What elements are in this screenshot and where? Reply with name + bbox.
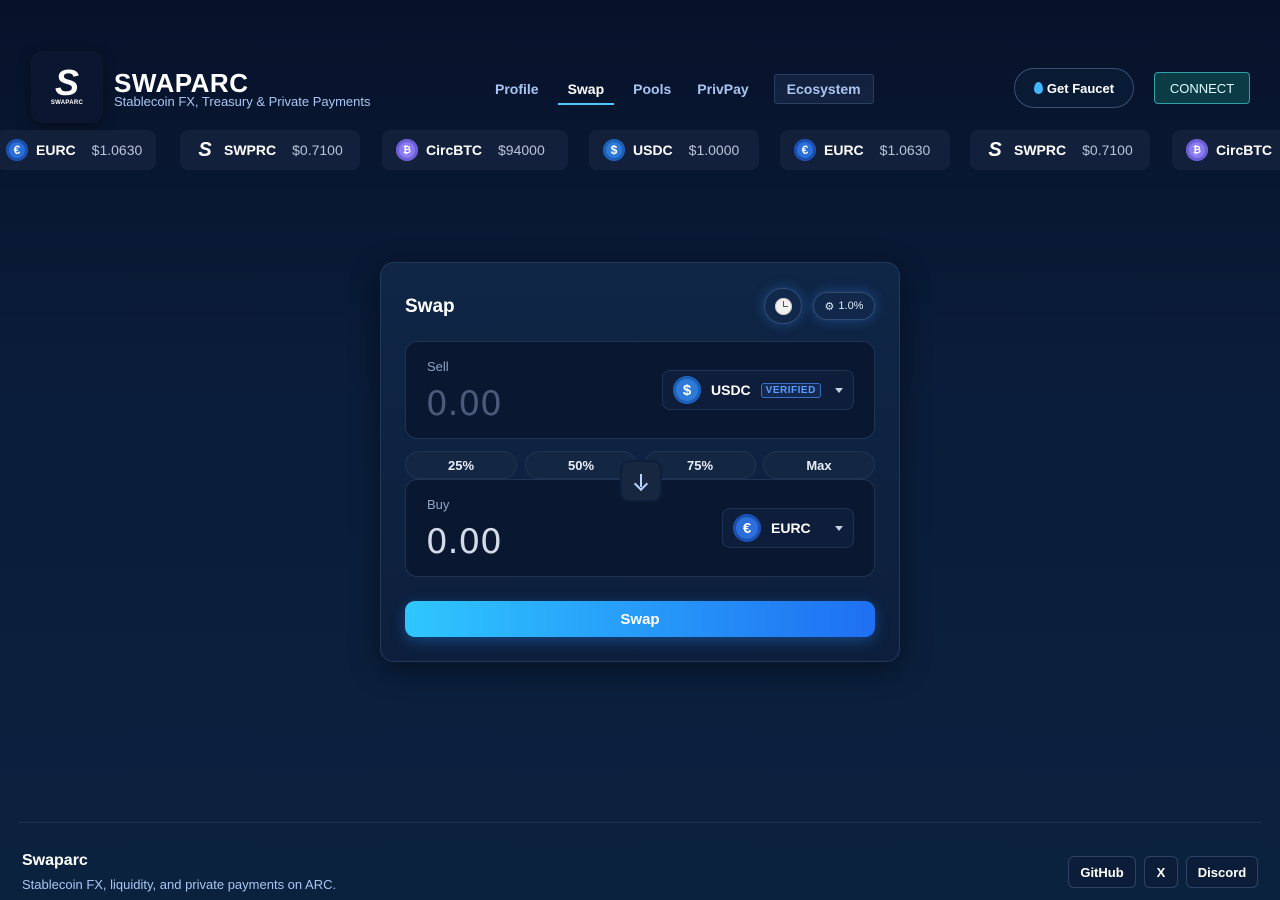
circbtc-coin-icon: ₿ [1186,139,1208,161]
brand-subtitle: Stablecoin FX, Treasury & Private Paymen… [114,94,371,109]
ticker-price: $0.7100 [1082,142,1133,158]
ticker-item: € EURC $1.0630 [780,130,950,170]
ticker-symbol: SWPRC [1014,142,1067,158]
swprc-logo-icon: S [988,138,1002,161]
ticker-price: $0.7100 [292,142,343,158]
ticker-price: $1.0630 [879,142,931,158]
discord-link[interactable]: Discord [1186,856,1258,888]
chevron-down-icon [835,525,843,531]
swap-card: Swap ⚙ 1.0% Sell 0.00 $ USDC VERIFIED 25… [380,262,900,662]
ticker-symbol: EURC [824,142,864,158]
eurc-coin-icon: € [794,139,816,161]
nav-item-profile[interactable]: Profile [482,74,552,104]
nav-item-ecosystem[interactable]: Ecosystem [773,74,874,104]
nav-item-pools[interactable]: Pools [620,74,684,104]
ticker-symbol: EURC [36,142,76,158]
footer-divider [18,822,1262,823]
gear-icon: ⚙ [824,300,835,313]
nav-item-privpay[interactable]: PrivPay [684,74,761,104]
logo[interactable]: S SWAPARC [32,52,102,122]
price-ticker: € EURC $1.0630 S SWPRC $0.7100 ₿ CircBTC… [0,130,1280,172]
connect-button[interactable]: CONNECT [1154,72,1250,104]
logo-letter: S [54,62,79,103]
nav-item-swap[interactable]: Swap [557,74,615,105]
ticker-symbol: SWPRC [224,142,277,158]
main-nav: Profile Swap Pools PrivPay Ecosystem [482,73,874,105]
arrow-down-icon [634,474,648,488]
header: S SWAPARC SWAPARC Stablecoin FX, Treasur… [0,0,1280,130]
water-drop-icon [1033,82,1043,94]
ticker-price: $94000 [498,142,545,158]
max-button[interactable]: Max [763,451,875,479]
ticker-price: $1.0000 [688,142,740,158]
history-button[interactable] [764,288,802,324]
ticker-price: $1.0630 [91,142,143,158]
sell-amount-input[interactable]: 0.00 [426,384,502,424]
footer-title: Swaparc [22,852,88,869]
clock-icon [774,297,792,315]
eurc-coin-icon: € [6,139,28,161]
ticker-symbol: USDC [633,142,673,158]
sell-token-selector[interactable]: $ USDC VERIFIED [662,370,854,410]
buy-label: Buy [427,497,450,512]
ticker-item: $ USDC $1.0000 [589,130,759,170]
swprc-logo-icon: S [198,138,212,161]
get-faucet-button[interactable]: Get Faucet [1014,68,1134,108]
buy-token-symbol: EURC [771,520,811,536]
slippage-value: 1.0% [838,300,864,312]
sell-token-symbol: USDC [711,382,751,398]
slippage-settings-button[interactable]: ⚙ 1.0% [813,292,875,320]
footer-subtitle: Stablecoin FX, liquidity, and private pa… [22,877,337,892]
sell-panel: Sell 0.00 $ USDC VERIFIED [405,341,875,439]
buy-amount: 0.00 [426,522,502,562]
usdc-coin-icon: $ [673,376,701,404]
ticker-item: ₿ CircBTC $94000 [382,130,568,170]
get-faucet-label: Get Faucet [1046,80,1115,96]
ticker-symbol: CircBTC [1216,142,1273,158]
percent-25-button[interactable]: 25% [405,451,517,479]
ticker-item: € EURC $1.0630 [0,130,156,170]
ticker-item: S SWPRC $0.7100 [180,130,360,170]
ticker-item: S SWPRC $0.7100 [970,130,1150,170]
swap-card-title: Swap [405,296,455,317]
x-link[interactable]: X [1144,856,1178,888]
eurc-coin-icon: € [733,514,761,542]
buy-token-selector[interactable]: € EURC [722,508,854,548]
circbtc-coin-icon: ₿ [396,139,418,161]
usdc-coin-icon: $ [603,139,625,161]
verified-badge: VERIFIED [760,382,821,398]
flip-direction-button[interactable] [620,460,662,502]
ticker-item: ₿ CircBTC [1172,130,1280,170]
chevron-down-icon [835,387,843,393]
ticker-symbol: CircBTC [426,142,483,158]
github-link[interactable]: GitHub [1068,856,1136,888]
logo-wordmark: SWAPARC [50,100,84,106]
sell-label: Sell [427,359,449,374]
swap-submit-button[interactable]: Swap [405,601,875,637]
